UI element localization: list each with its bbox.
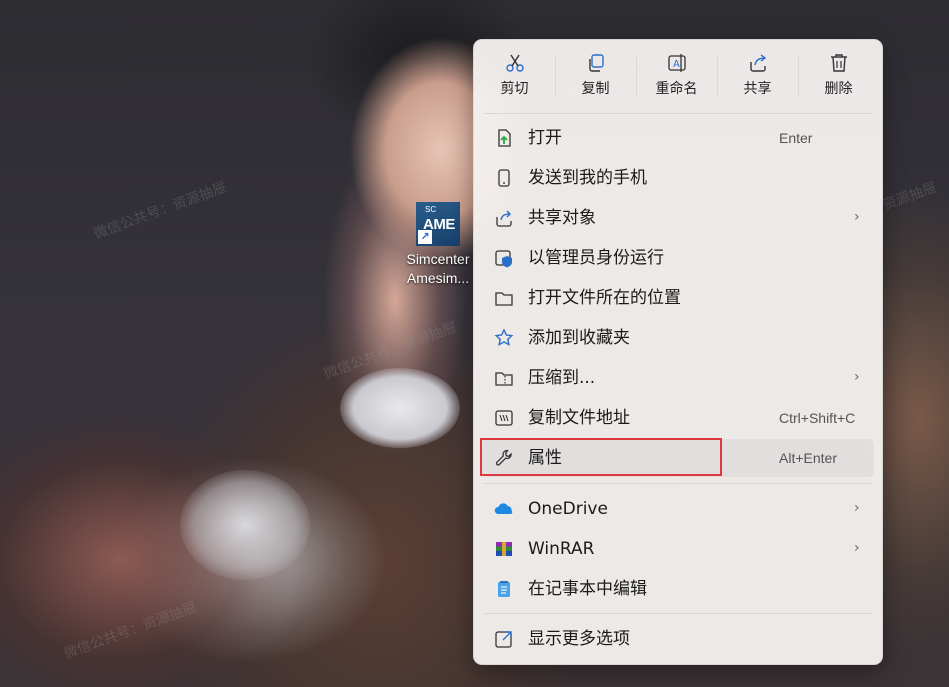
desktop-icon-label-line2: Amesim... [406,270,470,286]
menu-item-shortcut: Alt+Enter [779,450,837,466]
chevron-right-icon: › [854,540,860,556]
menu-item-copy-path[interactable]: 复制文件地址 Ctrl+Shift+C [482,399,874,437]
star-icon [494,328,514,346]
rename-button[interactable]: A 重命名 [636,40,717,112]
rename-icon: A [667,54,686,72]
menu-item-show-more-options[interactable]: 显示更多选项 [482,620,874,658]
rename-label: 重命名 [655,81,698,97]
menu-divider [484,483,872,484]
menu-item-share-with[interactable]: 共享对象 › [482,199,874,237]
shield-icon [495,250,512,268]
share-icon [496,210,512,227]
menu-item-label: 复制文件地址 [528,408,630,428]
menu-item-label: 添加到收藏夹 [528,328,630,348]
scissors-icon [505,54,524,72]
wallpaper-detail [180,470,310,580]
share-icon [749,54,766,72]
menu-divider [484,113,872,114]
copy-button[interactable]: 复制 [555,40,636,112]
menu-item-shortcut: Enter [779,130,813,146]
menu-item-label: 共享对象 [528,208,596,228]
menu-item-label: 发送到我的手机 [528,168,647,188]
menu-item-send-to-phone[interactable]: 发送到我的手机 [482,159,874,197]
simcenter-app-icon: SC AME ↗ [416,202,460,246]
app-icon-badge-top: SC [425,205,437,214]
phone-icon [498,169,510,187]
zip-folder-icon [495,372,513,386]
shortcut-arrow-icon: ↗ [418,230,432,244]
winrar-icon [496,542,512,556]
annotation-highlight-box [480,438,722,476]
menu-item-label: 打开文件所在的位置 [528,288,681,308]
share-button[interactable]: 共享 [717,40,798,112]
more-options-icon [495,631,512,648]
menu-item-label: 在记事本中编辑 [528,579,647,599]
onedrive-icon [494,503,513,514]
chevron-right-icon: › [854,209,860,225]
chevron-right-icon: › [854,369,860,385]
delete-button[interactable]: 删除 [798,40,879,112]
svg-text:A: A [673,59,680,70]
menu-item-label: 以管理员身份运行 [528,248,664,268]
trash-icon [830,54,847,72]
menu-item-add-to-favorites[interactable]: 添加到收藏夹 [482,319,874,357]
menu-item-label: 显示更多选项 [528,629,630,649]
desktop-shortcut-simcenter[interactable]: SC AME ↗ Simcenter Amesim... [398,200,478,288]
context-menu-toolbar: 剪切 复制 A 重命名 共享 删除 [474,40,882,112]
menu-item-label: 打开 [528,128,562,148]
notepad-icon [498,581,510,597]
menu-divider [484,613,872,614]
open-icon [498,129,511,147]
desktop-icon-label-line1: Simcenter [406,251,470,267]
menu-item-winrar[interactable]: WinRAR › [482,530,874,568]
menu-item-label: 压缩到... [528,368,596,388]
menu-item-compress-to[interactable]: 压缩到... › [482,359,874,397]
menu-item-edit-in-notepad[interactable]: 在记事本中编辑 [482,570,874,608]
chevron-right-icon: › [854,500,860,516]
copy-label: 复制 [581,81,610,97]
context-menu: 剪切 复制 A 重命名 共享 删除 打开 Enter 发送到我的手机 共享对象 … [473,39,883,665]
menu-item-onedrive[interactable]: OneDrive › [482,490,874,528]
menu-item-label: OneDrive [528,499,608,519]
copy-path-icon [495,410,513,426]
wallpaper-detail [340,368,460,448]
cut-label: 剪切 [500,81,529,97]
menu-item-open-file-location[interactable]: 打开文件所在的位置 [482,279,874,317]
menu-item-run-as-admin[interactable]: 以管理员身份运行 [482,239,874,277]
delete-label: 删除 [824,81,853,97]
copy-icon [588,54,604,72]
menu-item-label: WinRAR [528,539,595,559]
menu-item-open[interactable]: 打开 Enter [482,119,874,157]
share-label: 共享 [743,81,772,97]
cut-button[interactable]: 剪切 [474,40,555,112]
menu-item-shortcut: Ctrl+Shift+C [779,410,856,426]
folder-icon [495,292,513,306]
